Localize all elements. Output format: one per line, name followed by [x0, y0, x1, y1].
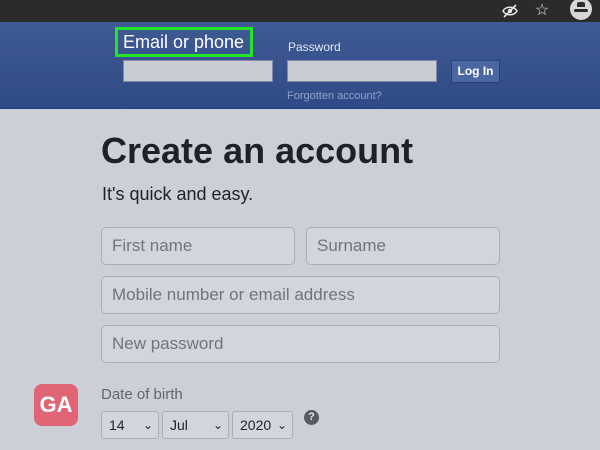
- browser-toolbar: ☆: [0, 0, 600, 22]
- email-or-phone-label: Email or phone: [115, 27, 253, 57]
- help-icon[interactable]: ?: [304, 410, 319, 425]
- new-password-input[interactable]: New password: [101, 325, 500, 363]
- incognito-icon[interactable]: [570, 0, 592, 20]
- forgotten-account-link[interactable]: Forgotten account?: [287, 90, 382, 102]
- dob-day-value: 14: [109, 417, 125, 433]
- chevron-down-icon: ⌄: [142, 418, 153, 432]
- password-label: Password: [288, 40, 341, 54]
- mobile-or-email-input[interactable]: Mobile number or email address: [101, 276, 500, 314]
- surname-input[interactable]: Surname: [306, 227, 500, 265]
- date-of-birth-label: Date of birth: [101, 386, 183, 403]
- login-button[interactable]: Log In: [451, 60, 500, 83]
- first-name-input[interactable]: First name: [101, 227, 295, 265]
- dob-month-value: Jul: [170, 417, 188, 433]
- dob-year-value: 2020: [240, 417, 272, 433]
- password-input[interactable]: [287, 60, 437, 82]
- dob-year-select[interactable]: 2020 ⌄: [232, 411, 293, 439]
- chevron-down-icon: ⌄: [276, 418, 287, 432]
- page-subtitle: It's quick and easy.: [102, 184, 254, 204]
- star-icon[interactable]: ☆: [533, 0, 551, 22]
- page-title: Create an account: [101, 130, 414, 171]
- ga-watermark-logo: GA: [34, 384, 78, 426]
- dob-day-select[interactable]: 14 ⌄: [101, 411, 159, 439]
- dob-month-select[interactable]: Jul ⌄: [162, 411, 229, 439]
- eye-off-icon[interactable]: [500, 0, 520, 22]
- chevron-down-icon: ⌄: [212, 418, 223, 432]
- email-input[interactable]: [123, 60, 273, 82]
